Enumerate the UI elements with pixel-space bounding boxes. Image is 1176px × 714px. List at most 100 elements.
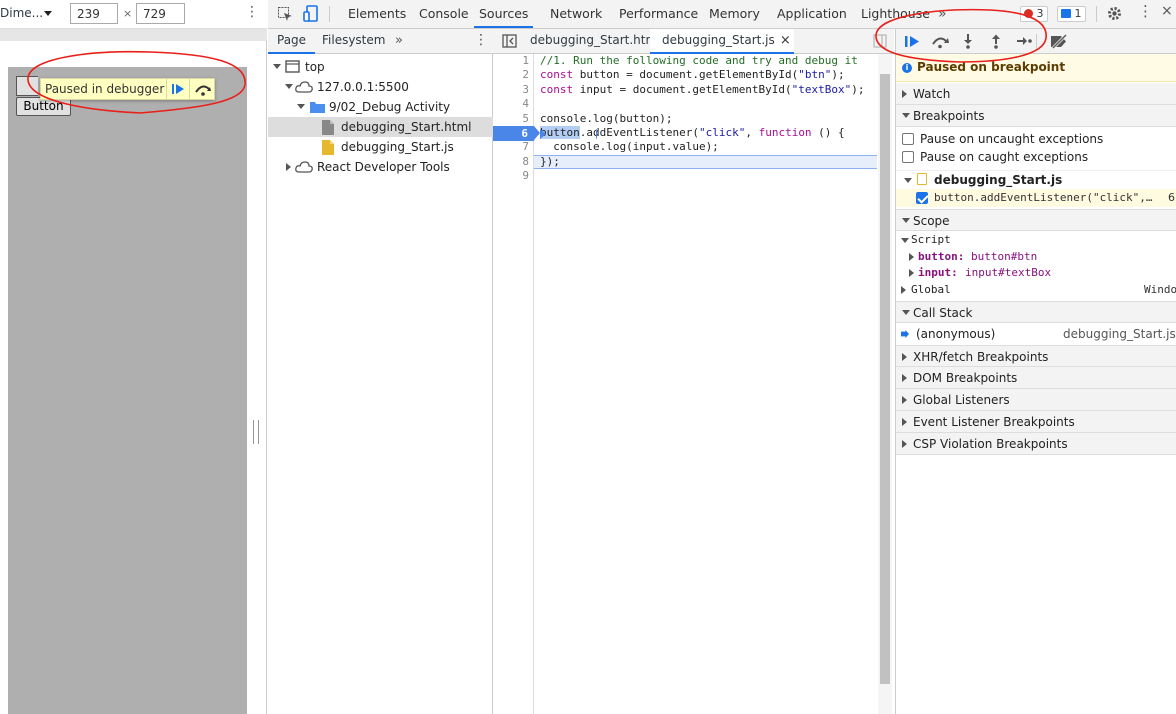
step-over-icon[interactable]	[931, 34, 950, 49]
step-out-icon[interactable]	[990, 33, 1002, 49]
frame-location[interactable]: debugging_Start.js:6	[1063, 325, 1176, 343]
step-icon[interactable]	[1016, 35, 1032, 47]
scope-global-row[interactable]: Global Window	[896, 282, 1176, 298]
dimensions-dropdown[interactable]: Dime...	[0, 6, 43, 20]
tab-console[interactable]: Console	[419, 0, 469, 28]
paused-in-debugger-banner: Paused in debugger	[40, 78, 215, 100]
step-over-icon[interactable]	[194, 82, 212, 96]
more-options-icon[interactable]: ⋮	[245, 5, 259, 19]
tree-label-folder: 9/02_Debug Activity	[329, 100, 451, 114]
pause-caught-checkbox[interactable]	[902, 151, 914, 163]
resize-handle[interactable]	[253, 420, 259, 444]
width-input[interactable]	[70, 3, 118, 24]
nav-more-button[interactable]: »	[395, 29, 403, 52]
line-number[interactable]: 4	[499, 97, 529, 111]
chevron-down-icon[interactable]	[44, 11, 52, 16]
line-number[interactable]: 7	[499, 140, 529, 154]
scope-script-row[interactable]: Script	[896, 232, 1176, 248]
devtools-tabbar: Elements Console Sources Network Perform…	[268, 0, 1176, 29]
breakpoint-file-row[interactable]: debugging_Start.js	[896, 170, 1176, 188]
nav-tab-filesystem[interactable]: Filesystem	[322, 29, 385, 54]
page-input-edge	[16, 76, 38, 96]
resume-icon[interactable]	[171, 82, 185, 96]
device-toggle-icon[interactable]	[303, 5, 319, 23]
section-event-listener-breakpoints[interactable]: Event Listener Breakpoints	[896, 411, 1176, 433]
tab-performance[interactable]: Performance	[619, 0, 698, 28]
debugger-sidebar: i Paused on breakpoint Watch Breakpoints…	[895, 29, 1176, 714]
device-viewport	[8, 67, 247, 714]
close-tab-icon[interactable]: ×	[780, 29, 791, 52]
tree-item-folder[interactable]: 9/02_Debug Activity	[268, 97, 493, 117]
step-into-icon[interactable]	[962, 33, 974, 49]
call-stack-frame[interactable]: (anonymous) debugging_Start.js:6	[896, 325, 1176, 343]
more-tabs-button[interactable]: »	[938, 0, 947, 28]
collapsed-arrow-icon	[286, 163, 291, 171]
breakpoint-entry[interactable]: button.addEventListener("click",… 6	[896, 189, 1176, 207]
breakpoint-checkbox[interactable]	[916, 192, 928, 204]
message-count-badge[interactable]: 1	[1057, 6, 1086, 22]
error-icon	[1024, 9, 1033, 18]
pause-caught-row[interactable]: Pause on caught exceptions	[896, 148, 1176, 166]
tab-lighthouse[interactable]: Lighthouse	[861, 0, 930, 28]
pause-uncaught-checkbox[interactable]	[902, 133, 914, 145]
tree-label-react: React Developer Tools	[317, 160, 450, 174]
tree-item-js-file[interactable]: debugging_Start.js	[268, 137, 493, 157]
folder-icon	[310, 101, 325, 113]
scope-var-button[interactable]: button: button#btn	[896, 249, 1176, 265]
line-number[interactable]: 2	[499, 68, 529, 82]
breakpoint-code: button.addEventListener("click",…	[934, 191, 1153, 204]
section-breakpoints[interactable]: Breakpoints	[896, 105, 1176, 127]
settings-gear-icon[interactable]	[1106, 5, 1123, 22]
expand-arrow-icon	[902, 218, 910, 223]
tab-sources[interactable]: Sources	[474, 0, 534, 28]
code-line: const input = document.getElementById("t…	[540, 82, 865, 96]
message-icon	[1061, 9, 1071, 18]
nav-menu-icon[interactable]: ⋮	[474, 33, 488, 48]
height-input[interactable]	[136, 3, 185, 24]
info-icon: i	[902, 63, 912, 73]
deactivate-breakpoints-icon[interactable]	[1049, 34, 1069, 49]
resume-icon[interactable]	[904, 34, 920, 49]
tree-item-top[interactable]: top	[268, 57, 493, 77]
section-call-stack-title: Call Stack	[913, 306, 973, 320]
paused-banner-text: Paused in debugger	[45, 82, 165, 96]
section-call-stack[interactable]: Call Stack	[896, 301, 1176, 323]
inspect-element-icon[interactable]	[277, 6, 293, 22]
line-gutter[interactable]: 1 2 3 4 5 6 7 8 9	[493, 54, 540, 714]
breakpoint-marker[interactable]: 6	[493, 126, 540, 141]
section-csp-breakpoints[interactable]: CSP Violation Breakpoints	[896, 433, 1176, 455]
tree-item-html-file[interactable]: debugging_Start.html	[268, 117, 493, 137]
line-number[interactable]: 3	[499, 83, 529, 97]
pause-uncaught-row[interactable]: Pause on uncaught exceptions	[896, 130, 1176, 148]
editor-tab-html[interactable]: debugging_Start.html	[530, 29, 660, 54]
section-watch[interactable]: Watch	[896, 83, 1176, 105]
section-dom-breakpoints[interactable]: DOM Breakpoints	[896, 367, 1176, 389]
code-line: const button = document.getElementById("…	[540, 68, 845, 82]
tab-application[interactable]: Application	[777, 0, 847, 28]
toggle-debugger-icon[interactable]	[873, 34, 887, 48]
editor-tab-js[interactable]: debugging_Start.js ×	[650, 29, 794, 54]
collapsed-arrow-icon	[909, 253, 914, 261]
section-scope[interactable]: Scope	[896, 209, 1176, 231]
section-global-listeners[interactable]: Global Listeners	[896, 389, 1176, 411]
tab-elements[interactable]: Elements	[348, 0, 406, 28]
line-number[interactable]: 1	[499, 54, 529, 68]
collapsed-arrow-icon	[902, 353, 907, 361]
tree-item-react[interactable]: React Developer Tools	[268, 157, 493, 177]
line-number[interactable]: 5	[499, 112, 529, 126]
error-count-badge[interactable]: 3	[1020, 6, 1048, 22]
line-number[interactable]: 9	[499, 169, 529, 183]
js-file-icon	[917, 173, 927, 185]
tab-network[interactable]: Network	[550, 0, 602, 28]
line-number[interactable]: 8	[499, 155, 529, 169]
nav-tab-page[interactable]: Page	[268, 29, 316, 54]
scope-script-label: Script	[911, 233, 951, 246]
toggle-navigator-icon[interactable]	[502, 34, 517, 48]
customize-menu-icon[interactable]: ⋮	[1138, 4, 1153, 19]
close-devtools-icon[interactable]: ×	[1161, 4, 1173, 19]
tree-item-host[interactable]: 127.0.0.1:5500	[268, 77, 493, 97]
editor-scroll-thumb[interactable]	[880, 74, 890, 684]
scope-var-input[interactable]: input: input#textBox	[896, 265, 1176, 281]
tab-memory[interactable]: Memory	[709, 0, 760, 28]
section-xhr-breakpoints[interactable]: XHR/fetch Breakpoints	[896, 345, 1176, 367]
